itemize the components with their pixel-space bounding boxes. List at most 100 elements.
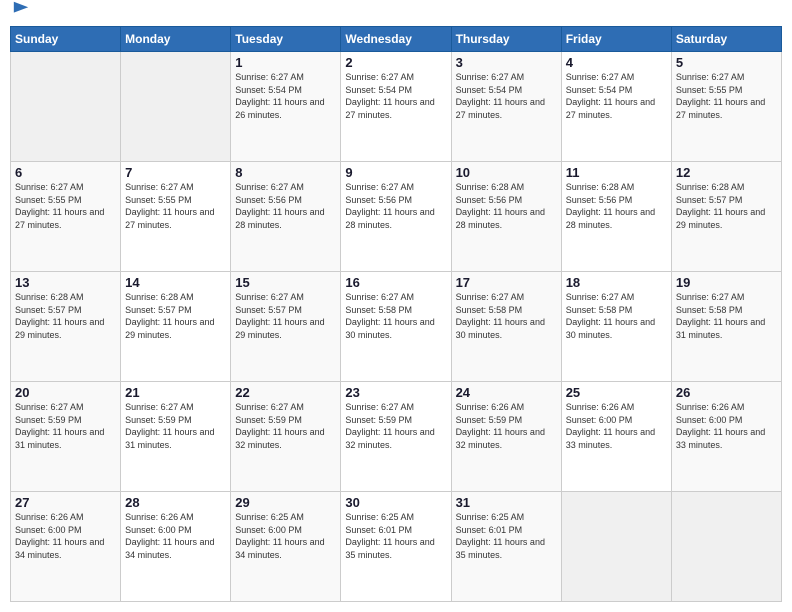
day-number: 24 [456,385,557,400]
day-info: Sunrise: 6:28 AM Sunset: 5:57 PM Dayligh… [15,291,116,341]
day-number: 1 [235,55,336,70]
calendar-day-cell: 21Sunrise: 6:27 AM Sunset: 5:59 PM Dayli… [121,382,231,492]
day-info: Sunrise: 6:27 AM Sunset: 5:57 PM Dayligh… [235,291,336,341]
calendar-body: 1Sunrise: 6:27 AM Sunset: 5:54 PM Daylig… [11,52,782,602]
calendar-week-row: 20Sunrise: 6:27 AM Sunset: 5:59 PM Dayli… [11,382,782,492]
calendar-day-cell: 30Sunrise: 6:25 AM Sunset: 6:01 PM Dayli… [341,492,451,602]
calendar-day-cell: 31Sunrise: 6:25 AM Sunset: 6:01 PM Dayli… [451,492,561,602]
day-info: Sunrise: 6:27 AM Sunset: 5:59 PM Dayligh… [15,401,116,451]
day-info: Sunrise: 6:26 AM Sunset: 6:00 PM Dayligh… [566,401,667,451]
calendar-day-cell [11,52,121,162]
day-info: Sunrise: 6:27 AM Sunset: 5:54 PM Dayligh… [456,71,557,121]
calendar-day-cell: 28Sunrise: 6:26 AM Sunset: 6:00 PM Dayli… [121,492,231,602]
calendar-day-cell [671,492,781,602]
day-number: 14 [125,275,226,290]
calendar-week-row: 1Sunrise: 6:27 AM Sunset: 5:54 PM Daylig… [11,52,782,162]
calendar-day-cell: 10Sunrise: 6:28 AM Sunset: 5:56 PM Dayli… [451,162,561,272]
day-number: 18 [566,275,667,290]
calendar-day-cell [121,52,231,162]
calendar-day-cell: 1Sunrise: 6:27 AM Sunset: 5:54 PM Daylig… [231,52,341,162]
calendar-header: SundayMondayTuesdayWednesdayThursdayFrid… [11,27,782,52]
day-info: Sunrise: 6:27 AM Sunset: 5:58 PM Dayligh… [456,291,557,341]
day-number: 13 [15,275,116,290]
calendar-day-cell: 9Sunrise: 6:27 AM Sunset: 5:56 PM Daylig… [341,162,451,272]
day-number: 7 [125,165,226,180]
day-of-week-header: Wednesday [341,27,451,52]
day-number: 31 [456,495,557,510]
day-info: Sunrise: 6:27 AM Sunset: 5:55 PM Dayligh… [125,181,226,231]
calendar-day-cell: 3Sunrise: 6:27 AM Sunset: 5:54 PM Daylig… [451,52,561,162]
day-info: Sunrise: 6:26 AM Sunset: 5:59 PM Dayligh… [456,401,557,451]
day-info: Sunrise: 6:26 AM Sunset: 6:00 PM Dayligh… [15,511,116,561]
calendar-day-cell: 17Sunrise: 6:27 AM Sunset: 5:58 PM Dayli… [451,272,561,382]
logo [10,10,30,18]
day-number: 26 [676,385,777,400]
day-info: Sunrise: 6:28 AM Sunset: 5:56 PM Dayligh… [566,181,667,231]
calendar-day-cell: 29Sunrise: 6:25 AM Sunset: 6:00 PM Dayli… [231,492,341,602]
calendar-day-cell: 20Sunrise: 6:27 AM Sunset: 5:59 PM Dayli… [11,382,121,492]
day-number: 22 [235,385,336,400]
calendar-day-cell: 4Sunrise: 6:27 AM Sunset: 5:54 PM Daylig… [561,52,671,162]
day-info: Sunrise: 6:28 AM Sunset: 5:57 PM Dayligh… [125,291,226,341]
day-number: 9 [345,165,446,180]
day-of-week-header: Thursday [451,27,561,52]
day-info: Sunrise: 6:27 AM Sunset: 5:58 PM Dayligh… [566,291,667,341]
calendar-day-cell: 2Sunrise: 6:27 AM Sunset: 5:54 PM Daylig… [341,52,451,162]
day-number: 2 [345,55,446,70]
calendar-day-cell: 18Sunrise: 6:27 AM Sunset: 5:58 PM Dayli… [561,272,671,382]
day-info: Sunrise: 6:28 AM Sunset: 5:56 PM Dayligh… [456,181,557,231]
day-info: Sunrise: 6:27 AM Sunset: 5:54 PM Dayligh… [345,71,446,121]
calendar-day-cell: 5Sunrise: 6:27 AM Sunset: 5:55 PM Daylig… [671,52,781,162]
day-number: 25 [566,385,667,400]
calendar-week-row: 6Sunrise: 6:27 AM Sunset: 5:55 PM Daylig… [11,162,782,272]
calendar-day-cell: 26Sunrise: 6:26 AM Sunset: 6:00 PM Dayli… [671,382,781,492]
calendar-day-cell: 24Sunrise: 6:26 AM Sunset: 5:59 PM Dayli… [451,382,561,492]
day-info: Sunrise: 6:27 AM Sunset: 5:55 PM Dayligh… [676,71,777,121]
calendar-day-cell: 6Sunrise: 6:27 AM Sunset: 5:55 PM Daylig… [11,162,121,272]
header [10,10,782,18]
day-info: Sunrise: 6:27 AM Sunset: 5:54 PM Dayligh… [566,71,667,121]
calendar-day-cell: 12Sunrise: 6:28 AM Sunset: 5:57 PM Dayli… [671,162,781,272]
day-of-week-header: Monday [121,27,231,52]
day-info: Sunrise: 6:27 AM Sunset: 5:59 PM Dayligh… [235,401,336,451]
calendar-week-row: 13Sunrise: 6:28 AM Sunset: 5:57 PM Dayli… [11,272,782,382]
page: SundayMondayTuesdayWednesdayThursdayFrid… [0,0,792,612]
day-number: 29 [235,495,336,510]
day-number: 11 [566,165,667,180]
day-info: Sunrise: 6:28 AM Sunset: 5:57 PM Dayligh… [676,181,777,231]
calendar-day-cell: 15Sunrise: 6:27 AM Sunset: 5:57 PM Dayli… [231,272,341,382]
day-number: 28 [125,495,226,510]
day-number: 23 [345,385,446,400]
day-number: 5 [676,55,777,70]
day-number: 20 [15,385,116,400]
calendar-day-cell: 16Sunrise: 6:27 AM Sunset: 5:58 PM Dayli… [341,272,451,382]
day-of-week-header: Sunday [11,27,121,52]
day-info: Sunrise: 6:26 AM Sunset: 6:00 PM Dayligh… [676,401,777,451]
day-of-week-header: Friday [561,27,671,52]
day-info: Sunrise: 6:27 AM Sunset: 5:58 PM Dayligh… [676,291,777,341]
day-info: Sunrise: 6:27 AM Sunset: 5:59 PM Dayligh… [125,401,226,451]
day-info: Sunrise: 6:25 AM Sunset: 6:00 PM Dayligh… [235,511,336,561]
calendar-day-cell: 27Sunrise: 6:26 AM Sunset: 6:00 PM Dayli… [11,492,121,602]
day-info: Sunrise: 6:27 AM Sunset: 5:54 PM Dayligh… [235,71,336,121]
calendar-day-cell: 7Sunrise: 6:27 AM Sunset: 5:55 PM Daylig… [121,162,231,272]
day-info: Sunrise: 6:27 AM Sunset: 5:59 PM Dayligh… [345,401,446,451]
day-info: Sunrise: 6:25 AM Sunset: 6:01 PM Dayligh… [456,511,557,561]
day-number: 6 [15,165,116,180]
day-info: Sunrise: 6:25 AM Sunset: 6:01 PM Dayligh… [345,511,446,561]
day-info: Sunrise: 6:27 AM Sunset: 5:55 PM Dayligh… [15,181,116,231]
day-info: Sunrise: 6:27 AM Sunset: 5:56 PM Dayligh… [235,181,336,231]
calendar-day-cell: 11Sunrise: 6:28 AM Sunset: 5:56 PM Dayli… [561,162,671,272]
day-number: 19 [676,275,777,290]
calendar-day-cell [561,492,671,602]
logo-text [10,10,30,18]
calendar-week-row: 27Sunrise: 6:26 AM Sunset: 6:00 PM Dayli… [11,492,782,602]
day-number: 30 [345,495,446,510]
day-number: 17 [456,275,557,290]
calendar-day-cell: 13Sunrise: 6:28 AM Sunset: 5:57 PM Dayli… [11,272,121,382]
day-number: 10 [456,165,557,180]
calendar-day-cell: 22Sunrise: 6:27 AM Sunset: 5:59 PM Dayli… [231,382,341,492]
calendar-day-cell: 19Sunrise: 6:27 AM Sunset: 5:58 PM Dayli… [671,272,781,382]
day-number: 3 [456,55,557,70]
calendar-day-cell: 8Sunrise: 6:27 AM Sunset: 5:56 PM Daylig… [231,162,341,272]
